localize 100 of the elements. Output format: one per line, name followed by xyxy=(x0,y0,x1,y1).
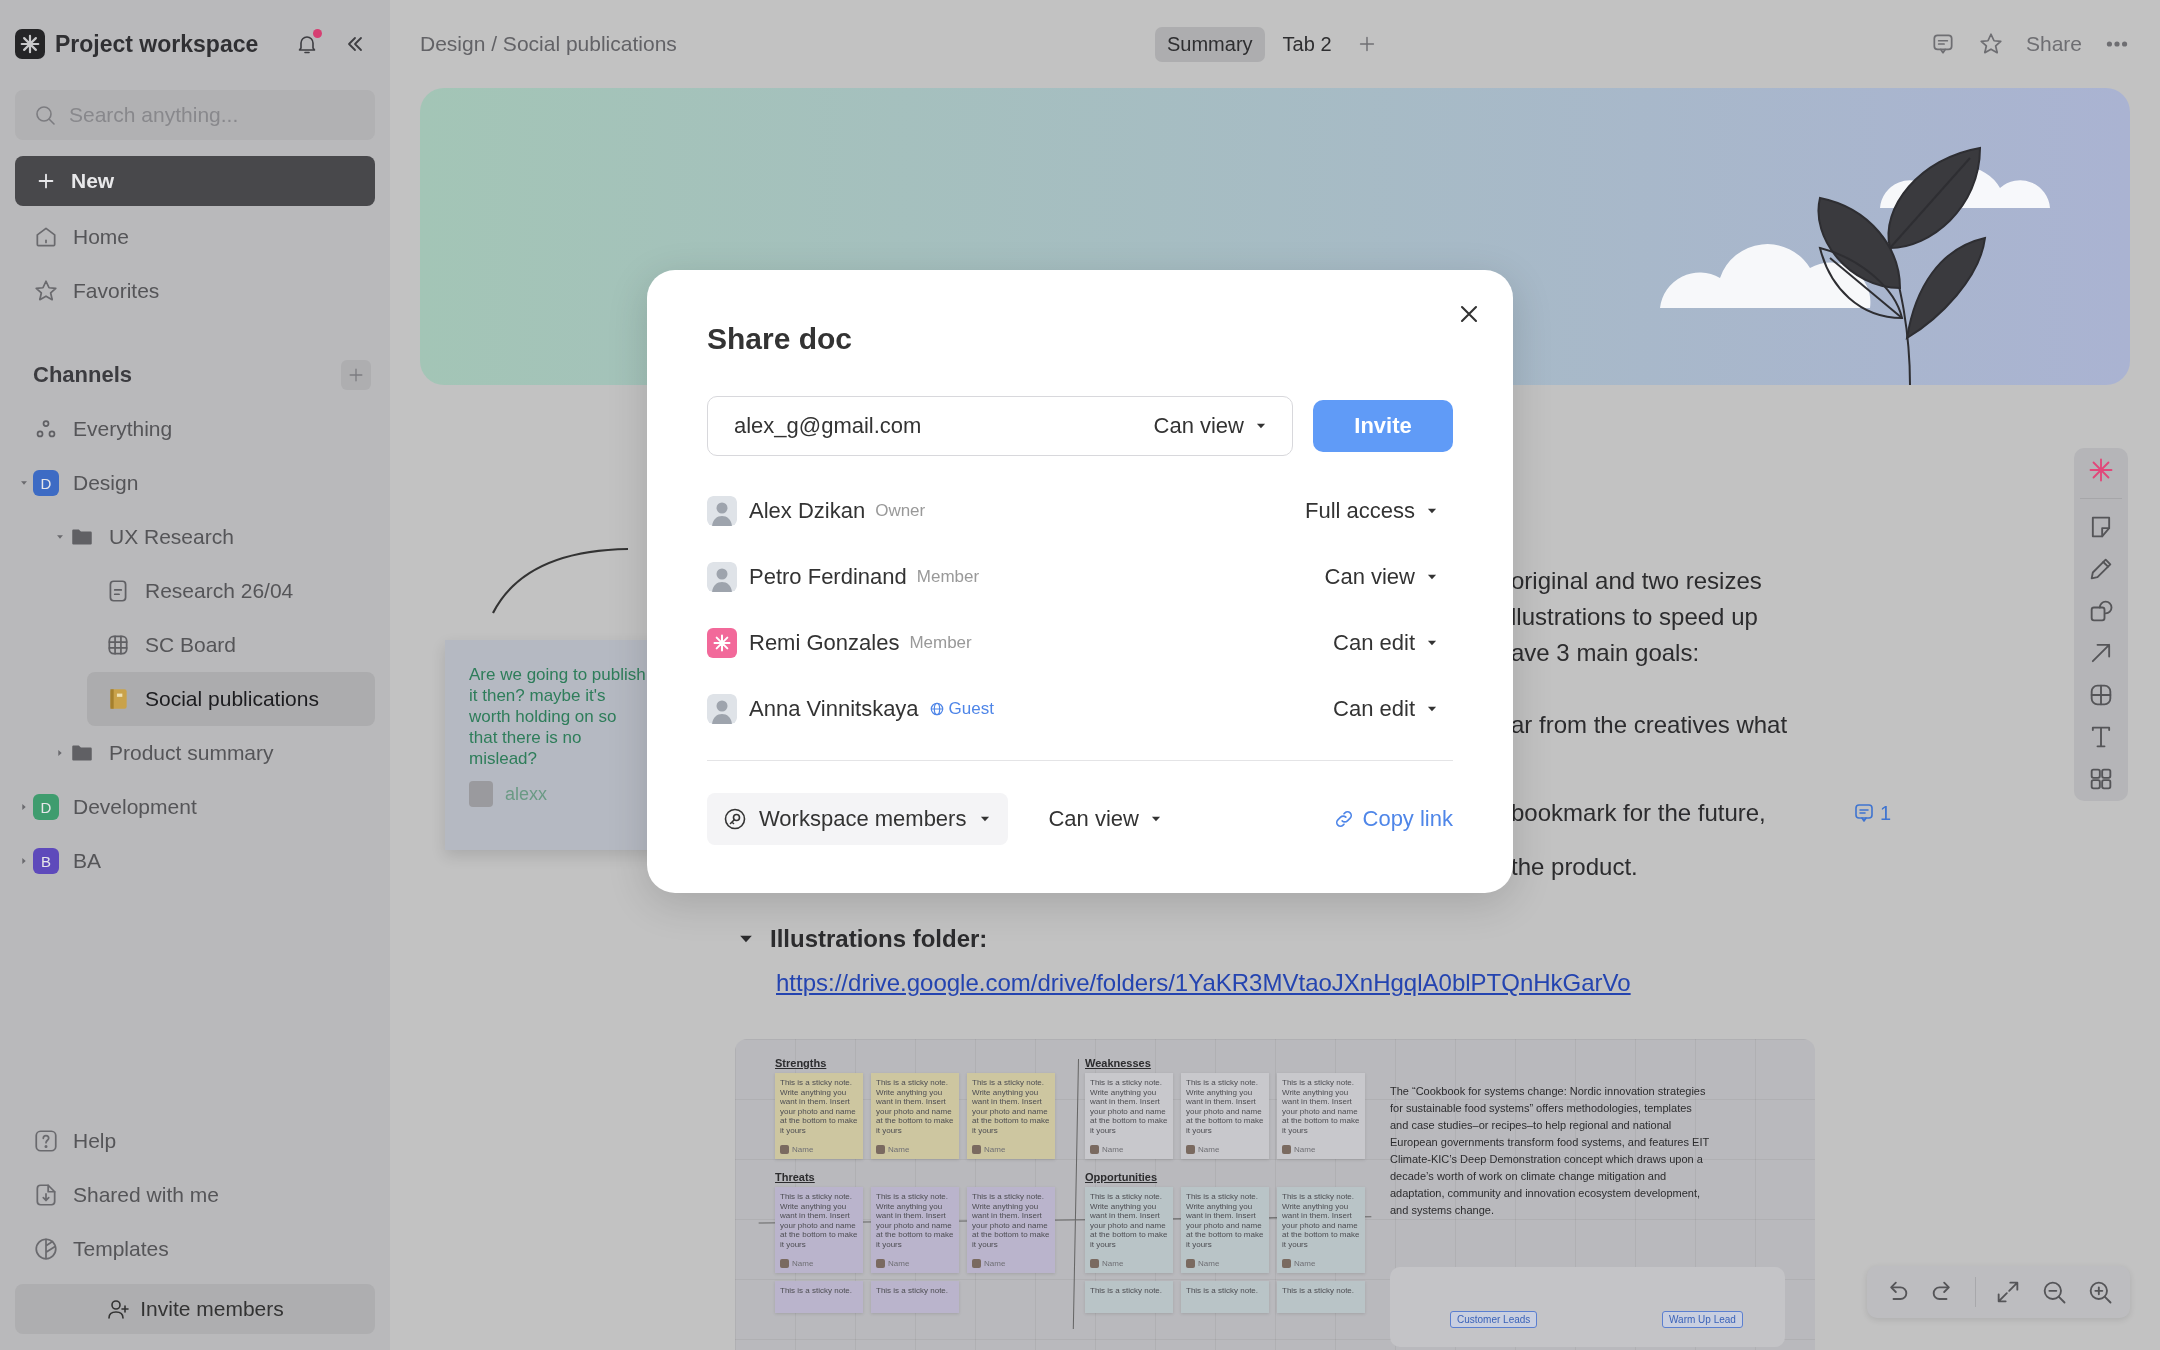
permission-dropdown[interactable]: Full access xyxy=(1304,498,1439,524)
note-author: Name xyxy=(1102,1145,1124,1154)
avatar xyxy=(1090,1259,1099,1268)
note-text: This is a sticky note. Write anything you want in them. Insert your photo and name at the bottom to make it yours xyxy=(1090,1078,1168,1135)
tree-item[interactable]: UX Research xyxy=(51,510,375,564)
comment-text: Are we going to publish it then? maybe it's worth holding on so that there is no mislead? xyxy=(469,664,647,769)
member-name: Remi Gonzales xyxy=(749,630,900,656)
nav-item[interactable]: Shared with me xyxy=(15,1168,375,1222)
note-text: This is a sticky note. Write anything you want in them. Insert your photo and name at the bottom to make it yours xyxy=(1090,1192,1168,1249)
tree-item[interactable]: D Design xyxy=(15,456,375,510)
nav-item[interactable]: Help xyxy=(15,1114,375,1168)
permission-dropdown[interactable]: Can edit xyxy=(1333,696,1439,722)
nav-item[interactable]: Home xyxy=(15,210,375,264)
avatar xyxy=(780,1259,789,1268)
avatar xyxy=(707,562,737,592)
sparkle-icon[interactable] xyxy=(2087,456,2115,484)
note-text: This is a sticky note. Write anything you want in them. Insert your photo and name at the bottom to make it yours xyxy=(1186,1192,1264,1249)
avatar xyxy=(1186,1145,1195,1154)
avatar xyxy=(780,1145,789,1154)
access-scope-dropdown[interactable]: Workspace members xyxy=(707,793,1009,845)
breadcrumb[interactable]: Design / Social publications xyxy=(420,32,677,56)
note-author: Name xyxy=(792,1145,814,1154)
note-text: This is a sticky note. xyxy=(1282,1286,1356,1296)
permission-dropdown[interactable]: Can view xyxy=(1153,413,1268,439)
key-icon xyxy=(723,807,747,831)
avatar xyxy=(876,1145,885,1154)
tree-item[interactable]: D Development xyxy=(15,780,375,834)
note-text: This is a sticky note. xyxy=(780,1286,854,1296)
note-author: Name xyxy=(1198,1145,1220,1154)
space-badge: D xyxy=(33,470,59,496)
nav-item[interactable]: Favorites xyxy=(15,264,375,318)
permission-dropdown[interactable]: Can view xyxy=(1048,806,1163,832)
note-text: This is a sticky note. Write anything you want in them. Insert your photo and name at the bottom to make it yours xyxy=(780,1078,858,1135)
permission-dropdown[interactable]: Can view xyxy=(1324,564,1439,590)
paragraph-text: The “Cookbook for systems change: Nordic innovation strategies for sustainable food systems” offers methodologies, templates and case studies–or recipes–to help regional and national European governments transform food systems, and features EIT Climate-KIC’s Deep Demonstration concept which draws upon a decade’s worth of work on climate change mitigation and adaptation, community and innovation ecosystem development, and systems change. xyxy=(1390,1084,1710,1218)
space-badge: B xyxy=(33,848,59,874)
section-heading: Illustrations folder: xyxy=(770,925,988,953)
mind-map-node: Customer Leads xyxy=(1450,1311,1538,1328)
copy-link-button[interactable]: Copy link xyxy=(1332,806,1453,832)
member-name: Anna Vinnitskaya xyxy=(749,696,919,722)
note-author: Name xyxy=(1294,1259,1316,1268)
tree-item[interactable]: B BA xyxy=(15,834,375,888)
tree-item[interactable]: SC Board xyxy=(87,618,375,672)
note-text: This is a sticky note. Write anything you want in them. Insert your photo and name at the bottom to make it yours xyxy=(780,1192,858,1249)
avatar xyxy=(1282,1259,1291,1268)
nav-item[interactable]: Templates xyxy=(15,1222,375,1276)
comment-author: alexx xyxy=(505,783,548,805)
note-text: This is a sticky note. Write anything you want in them. Insert your photo and name at the bottom to make it yours xyxy=(1282,1192,1360,1249)
note-author: Name xyxy=(1294,1145,1316,1154)
note-author: Name xyxy=(888,1145,910,1154)
paragraph-text: original and two resizes xyxy=(1511,566,1763,596)
avatar xyxy=(469,781,493,807)
member-name: Petro Ferdinand xyxy=(749,564,907,590)
grid-icon xyxy=(105,632,131,658)
dialog-title: Share doc xyxy=(707,322,854,356)
tree-item[interactable]: Product summary xyxy=(51,726,375,780)
new-button[interactable]: New xyxy=(15,156,375,206)
share-link[interactable]: Share xyxy=(2025,32,2082,56)
help-icon xyxy=(33,1128,59,1154)
note-text: This is a sticky note. xyxy=(876,1286,950,1296)
mind-map-node: Warm Up Lead xyxy=(1662,1311,1743,1328)
paragraph-text: bookmark for the future, xyxy=(1511,798,1766,828)
search-icon xyxy=(33,103,57,127)
paragraph-text: the product. xyxy=(1511,852,1639,882)
avatar xyxy=(707,496,737,526)
note-text: This is a sticky note. Write anything you want in them. Insert your photo and name at the bottom to make it yours xyxy=(876,1078,954,1135)
invite-members-button[interactable]: Invite members xyxy=(15,1284,375,1334)
avatar xyxy=(972,1145,981,1154)
avatar xyxy=(1090,1145,1099,1154)
avatar xyxy=(707,694,737,724)
note-text: This is a sticky note. Write anything you want in them. Insert your photo and name at the bottom to make it yours xyxy=(876,1192,954,1249)
quadrant-title: Weaknesses xyxy=(1085,1057,1152,1069)
note-author: Name xyxy=(984,1145,1006,1154)
tab[interactable]: Tab 2 xyxy=(1270,26,1344,62)
permission-dropdown[interactable]: Can edit xyxy=(1333,630,1439,656)
member-role: Member xyxy=(909,633,972,653)
email-field[interactable]: alex_g@gmail.com Can view xyxy=(707,396,1293,456)
note-text: This is a sticky note. Write anything you want in them. Insert your photo and name at the bottom to make it yours xyxy=(972,1078,1050,1135)
link[interactable]: https://drive.google.com/drive/folders/1YaKR3MVtaoJXnHgqlA0blPTQnHkGarVo xyxy=(776,969,2130,997)
note-text: This is a sticky note. xyxy=(1090,1286,1164,1296)
invite-button[interactable]: Invite xyxy=(1313,400,1453,452)
tree-item[interactable]: Everything xyxy=(15,402,375,456)
note-text: This is a sticky note. Write anything you want in them. Insert your photo and name at the bottom to make it yours xyxy=(1186,1078,1264,1135)
tab[interactable]: Summary xyxy=(1155,26,1265,62)
note-author: Name xyxy=(792,1259,814,1268)
quadrant-title: Threats xyxy=(775,1171,816,1183)
paragraph-text: ar from the creatives what xyxy=(1511,710,1789,740)
paragraph-text: ave 3 main goals: xyxy=(1511,638,1701,668)
templates-icon xyxy=(33,1236,59,1262)
user-plus-icon xyxy=(106,1297,131,1321)
member-role: Member xyxy=(916,567,980,587)
tree-item[interactable]: Research 26/04 xyxy=(87,564,375,618)
note-text: This is a sticky note. Write anything you want in them. Insert your photo and name at the bottom to make it yours xyxy=(972,1192,1050,1249)
comment-count[interactable]: 1 xyxy=(1851,801,1891,825)
avatar xyxy=(1186,1259,1195,1268)
note-author: Name xyxy=(1198,1259,1220,1268)
avatar-logo-icon xyxy=(707,628,737,658)
workspace-logo xyxy=(15,29,45,59)
tree-item[interactable]: Social publications xyxy=(87,672,375,726)
workspace-name[interactable]: Project workspace xyxy=(55,30,295,58)
